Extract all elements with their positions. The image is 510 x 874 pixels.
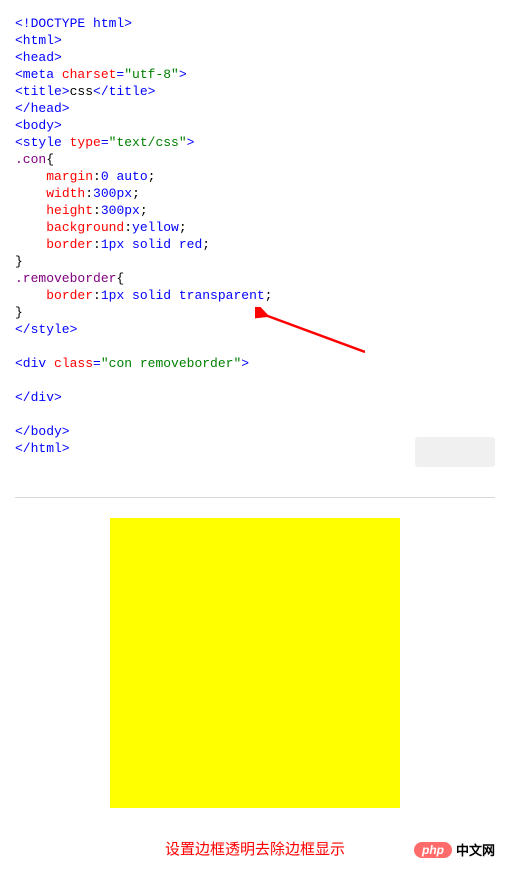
- code-line: <style: [15, 135, 70, 150]
- code-line: }: [15, 254, 23, 269]
- demo-yellow-square: [110, 518, 400, 808]
- code-line: }: [15, 305, 23, 320]
- code-line: </body>: [15, 424, 70, 439]
- watermark-text: 中文网: [456, 840, 495, 859]
- code-line: .removeborder: [15, 271, 116, 286]
- code-line: </style>: [15, 322, 77, 337]
- code-line: <head>: [15, 50, 62, 65]
- code-line: .con: [15, 152, 46, 167]
- code-line: <!DOCTYPE html>: [15, 16, 132, 31]
- divider: [15, 497, 495, 498]
- code-line: </head>: [15, 101, 70, 116]
- code-line: <body>: [15, 118, 62, 133]
- watermark: php 中文网: [414, 840, 495, 859]
- watermark-badge: php: [414, 842, 452, 858]
- code-line: <title>: [15, 84, 70, 99]
- code-line: </div>: [15, 390, 62, 405]
- code-line: <meta: [15, 67, 62, 82]
- decorative-gray-box: [415, 437, 495, 467]
- code-line: <html>: [15, 33, 62, 48]
- code-line: </html>: [15, 441, 70, 456]
- code-line: <div: [15, 356, 54, 371]
- code-block: <!DOCTYPE html> <html> <head> <meta char…: [15, 15, 495, 457]
